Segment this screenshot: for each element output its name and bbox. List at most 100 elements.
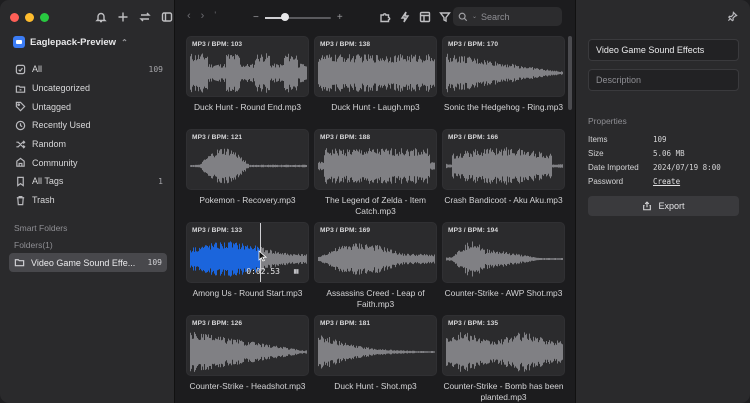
search-options-icon[interactable]: ⌄ <box>472 13 477 20</box>
sidebar-item-random[interactable]: Random <box>9 135 167 154</box>
smart-folders-heading[interactable]: Smart Folders <box>14 223 67 233</box>
sidebar-item-all-tags[interactable]: All Tags 1 <box>9 172 167 191</box>
asset-card[interactable]: MP3 / BPM: 103 Duck Hunt - Round End.mp3 <box>186 36 309 113</box>
prop-password: Password Create <box>588 177 739 186</box>
layout-button[interactable] <box>419 11 431 23</box>
asset-filename: The Legend of Zelda - Item Catch.mp3 <box>324 195 427 216</box>
waveform <box>446 332 563 372</box>
search-input[interactable] <box>481 11 552 22</box>
filter-icon <box>439 12 451 23</box>
sidebar-item-all[interactable]: All 109 <box>9 60 167 79</box>
view-tools <box>379 11 451 23</box>
folder-name-field[interactable]: Video Game Sound Effects <box>588 39 739 61</box>
puzzle-icon <box>380 13 391 23</box>
waveform-thumbnail[interactable]: MP3 / BPM: 169 <box>314 222 437 283</box>
sidebar-tools <box>94 10 174 24</box>
grid-scrollbar[interactable] <box>568 36 572 110</box>
asset-filename: Among Us - Round Start.mp3 <box>192 288 303 298</box>
folder-count: 109 <box>147 258 162 267</box>
add-button[interactable] <box>116 10 130 24</box>
waveform-thumbnail[interactable]: MP3 / BPM: 188 <box>314 129 437 190</box>
clock-icon <box>15 120 26 131</box>
minimize-window-button[interactable] <box>25 13 34 22</box>
create-password-link[interactable]: Create <box>653 177 680 186</box>
asset-card[interactable]: MP3 / BPM: 166 Crash Bandicoot - Aku Aku.… <box>442 129 565 206</box>
asset-card[interactable]: MP3 / BPM: 135 Counter-Strike - Bomb has … <box>442 315 565 402</box>
all-icon <box>15 64 26 75</box>
asset-card[interactable]: MP3 / BPM: 194 Counter-Strike - AWP Shot.… <box>442 222 565 299</box>
asset-filename: Counter-Strike - AWP Shot.mp3 <box>444 288 563 298</box>
waveform-thumbnail[interactable]: MP3 / BPM: 133 0:02.53 ▮▮ <box>186 222 309 283</box>
forward-icon[interactable]: › <box>201 10 205 22</box>
waveform <box>446 53 563 93</box>
close-window-button[interactable] <box>10 13 19 22</box>
sidebar-item-community[interactable]: Community <box>9 153 167 172</box>
zoom-window-button[interactable] <box>40 13 49 22</box>
search-box[interactable]: ⌄ <box>453 7 562 26</box>
asset-card[interactable]: MP3 / BPM: 126 Counter-Strike - Headshot.… <box>186 315 309 392</box>
prop-key: Size <box>588 149 604 158</box>
format-bpm-label: MP3 / BPM: 133 <box>192 227 243 234</box>
asset-filename: Duck Hunt - Round End.mp3 <box>193 102 302 112</box>
waveform <box>190 53 307 93</box>
sync-button[interactable] <box>138 10 152 24</box>
filter-button[interactable] <box>439 11 451 23</box>
waveform-thumbnail[interactable]: MP3 / BPM: 194 <box>442 222 565 283</box>
waveform <box>446 241 563 277</box>
zoom-slider-track[interactable] <box>264 13 331 21</box>
pin-button[interactable] <box>727 11 738 24</box>
toggle-sidebar-button[interactable] <box>160 10 174 24</box>
folder-icon <box>14 259 25 267</box>
sidebar-item-trash[interactable]: Trash <box>9 191 167 210</box>
prop-date-imported: Date Imported 2024/07/19 8:00 <box>588 163 739 172</box>
format-bpm-label: MP3 / BPM: 166 <box>448 134 499 141</box>
sidebar-item-label: Random <box>32 139 67 150</box>
history-menu-icon[interactable]: ' <box>214 10 216 22</box>
waveform-thumbnail[interactable]: MP3 / BPM: 126 <box>186 315 309 376</box>
description-field[interactable]: Description <box>588 69 739 91</box>
export-button[interactable]: Export <box>588 196 739 216</box>
waveform-thumbnail[interactable]: MP3 / BPM: 121 <box>186 129 309 190</box>
asset-card[interactable]: MP3 / BPM: 121 Pokemon - Recovery.mp3 <box>186 129 309 206</box>
sidebar-item-label: Trash <box>32 195 55 206</box>
waveform-thumbnail[interactable]: MP3 / BPM: 103 <box>186 36 309 97</box>
zoom-in-button[interactable]: + <box>337 12 343 23</box>
waveform-thumbnail[interactable]: MP3 / BPM: 166 <box>442 129 565 190</box>
format-bpm-label: MP3 / BPM: 103 <box>192 41 243 48</box>
app-window: Eaglepack-Preview ⌃ All 109 Uncategorize… <box>0 0 750 403</box>
asset-card[interactable]: MP3 / BPM: 133 0:02.53 ▮▮ Among Us - Round … <box>186 222 309 299</box>
folders-heading[interactable]: Folders(1) <box>14 240 53 250</box>
prop-key: Items <box>588 135 608 144</box>
library-logo-icon <box>13 36 25 48</box>
share-icon <box>643 201 652 211</box>
sidebar-item-label: Untagged <box>32 101 72 112</box>
asset-card[interactable]: MP3 / BPM: 181 Duck Hunt - Shot.mp3 <box>314 315 437 392</box>
notifications-button[interactable] <box>94 10 108 24</box>
pause-icon[interactable]: ▮▮ <box>293 268 299 275</box>
action-button[interactable] <box>399 11 411 23</box>
zoom-slider[interactable]: − + <box>253 12 343 23</box>
asset-filename: Crash Bandicoot - Aku Aku.mp3 <box>444 195 563 205</box>
sidebar-item-uncategorized[interactable]: Uncategorized <box>9 79 167 98</box>
asset-card[interactable]: MP3 / BPM: 169 Assassins Creed - Leap of … <box>314 222 437 309</box>
asset-card[interactable]: MP3 / BPM: 138 Duck Hunt - Laugh.mp3 <box>314 36 437 113</box>
plugin-button[interactable] <box>379 11 391 23</box>
zoom-out-button[interactable]: − <box>253 12 259 23</box>
playback-time: 0:02.53 <box>246 267 280 276</box>
zoom-slider-handle[interactable] <box>280 13 289 21</box>
asset-card[interactable]: MP3 / BPM: 170 Sonic the Hedgehog - Ring.… <box>442 36 565 113</box>
waveform-thumbnail[interactable]: MP3 / BPM: 170 <box>442 36 565 97</box>
asset-card[interactable]: MP3 / BPM: 188 The Legend of Zelda - Item… <box>314 129 437 216</box>
waveform <box>318 243 435 275</box>
folder-video-game-sound-effects[interactable]: Video Game Sound Effe... 109 <box>9 253 167 272</box>
main-toolbar: ‹ › ' − + ⌄ Search <box>175 0 575 34</box>
waveform-thumbnail[interactable]: MP3 / BPM: 138 <box>314 36 437 97</box>
waveform-thumbnail[interactable]: MP3 / BPM: 181 <box>314 315 437 376</box>
waveform-thumbnail[interactable]: MP3 / BPM: 135 <box>442 315 565 376</box>
library-switcher[interactable]: Eaglepack-Preview ⌃ <box>13 36 128 48</box>
sidebar-item-recently-used[interactable]: Recently Used <box>9 116 167 135</box>
back-icon[interactable]: ‹ <box>187 10 191 22</box>
sidebar-item-label: Uncategorized <box>32 83 91 94</box>
format-bpm-label: MP3 / BPM: 170 <box>448 41 499 48</box>
sidebar-item-untagged[interactable]: Untagged <box>9 97 167 116</box>
